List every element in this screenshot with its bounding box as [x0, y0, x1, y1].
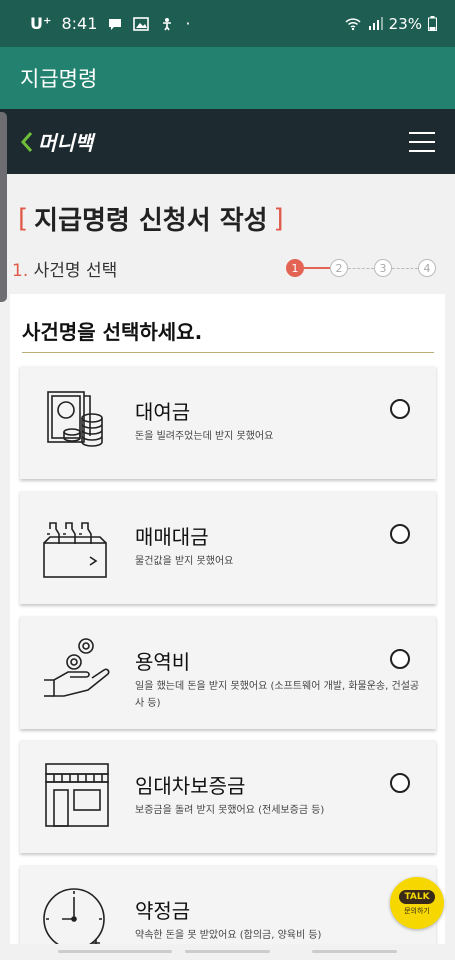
option-title: 임대차보증금 [135, 774, 246, 798]
talk-sub-label: 문의하기 [404, 907, 430, 915]
clock: 8:41 [61, 14, 98, 33]
dot-icon: · [185, 14, 191, 33]
step-indicator: 1 2 3 4 [286, 258, 436, 278]
status-bar: U⁺ 8:41 · 23% [0, 0, 455, 47]
accessibility-icon [163, 17, 172, 30]
panel-heading: 사건명을 선택하세요. [22, 320, 203, 344]
radio-button[interactable] [390, 524, 410, 544]
option-description: 보증금을 돌려 받지 못했어요 (전세보증금 등) [135, 805, 325, 816]
nav-home-hint[interactable] [185, 950, 270, 953]
hamburger-menu-icon[interactable] [409, 131, 435, 152]
case-option-deposit[interactable]: 임대차보증금 보증금을 돌려 받지 못했어요 (전세보증금 등) [20, 740, 436, 853]
app-title: 지급명령 [20, 67, 98, 91]
option-title: 약정금 [135, 899, 191, 923]
step-number: 1. [12, 261, 29, 281]
step-connector [392, 267, 418, 269]
page-title: [ 지급명령 신청서 작성 ] [12, 200, 290, 237]
divider [22, 352, 434, 353]
nav-recents-hint[interactable] [58, 950, 172, 953]
step-dot-2: 2 [330, 259, 348, 277]
case-option-sales[interactable]: 매매대금 물건값을 받지 못했어요 [20, 491, 436, 604]
option-description: 물건값을 받지 못했어요 [135, 556, 234, 567]
option-title: 대여금 [135, 400, 191, 424]
chat-icon [109, 18, 122, 30]
storefront-icon [45, 763, 109, 827]
step-dot-3: 3 [374, 259, 392, 277]
nav-back-hint[interactable] [312, 950, 397, 953]
kakao-talk-button[interactable]: TALK 문의하기 [390, 877, 444, 929]
wifi-icon [345, 17, 361, 30]
site-logo[interactable]: 머니백 [20, 127, 93, 156]
app-bar: 지급명령 [0, 47, 455, 109]
option-title: 매매대금 [135, 525, 209, 549]
title-bracket-open: [ [18, 203, 29, 234]
title-bracket-close: ] [273, 203, 284, 234]
side-edge-handle[interactable] [0, 112, 7, 302]
logo-mark-icon [20, 131, 33, 152]
option-description: 약속한 돈을 못 받았어요 (합의금, 양육비 등) [135, 930, 322, 941]
step-dot-4: 4 [418, 259, 436, 277]
step-name: 사건명 선택 [33, 261, 118, 281]
case-option-service[interactable]: 용역비 일을 했는데 돈을 받지 못했어요 (소프트웨어 개발, 화물운송, 건… [20, 616, 436, 729]
battery-percent: 23% [388, 14, 422, 33]
talk-label: TALK [399, 890, 435, 904]
step-label: 1. 사건명 선택 [12, 256, 117, 281]
case-option-loan[interactable]: 대여금 돈을 빌려주었는데 받지 못했어요 [20, 366, 436, 479]
step-connector [348, 267, 374, 269]
option-title: 용역비 [135, 650, 191, 674]
step-connector [304, 267, 330, 269]
page-title-text: 지급명령 신청서 작성 [34, 206, 268, 236]
system-nav-bar [0, 944, 455, 960]
radio-button[interactable] [390, 399, 410, 419]
logo-text: 머니백 [38, 131, 94, 155]
case-type-panel: 사건명을 선택하세요. 대여금 돈을 빌려주었는데 받지 못했어요 매매대금 물… [10, 294, 445, 960]
radio-button[interactable] [390, 773, 410, 793]
site-header: 머니백 [0, 109, 455, 174]
signal-icon [368, 16, 383, 30]
hand-coin-icon [44, 638, 110, 697]
gallery-icon [133, 16, 150, 31]
radio-button[interactable] [390, 649, 410, 669]
option-description: 일을 했는데 돈을 받지 못했어요 (소프트웨어 개발, 화물운송, 건설공사 … [135, 681, 420, 709]
option-description: 돈을 빌려주었는데 받지 못했어요 [135, 431, 274, 442]
bottles-box-icon [43, 522, 107, 578]
battery-icon [428, 16, 437, 31]
money-coins-icon [47, 391, 103, 447]
step-dot-1: 1 [286, 259, 304, 277]
carrier-label: U⁺ [30, 14, 52, 33]
